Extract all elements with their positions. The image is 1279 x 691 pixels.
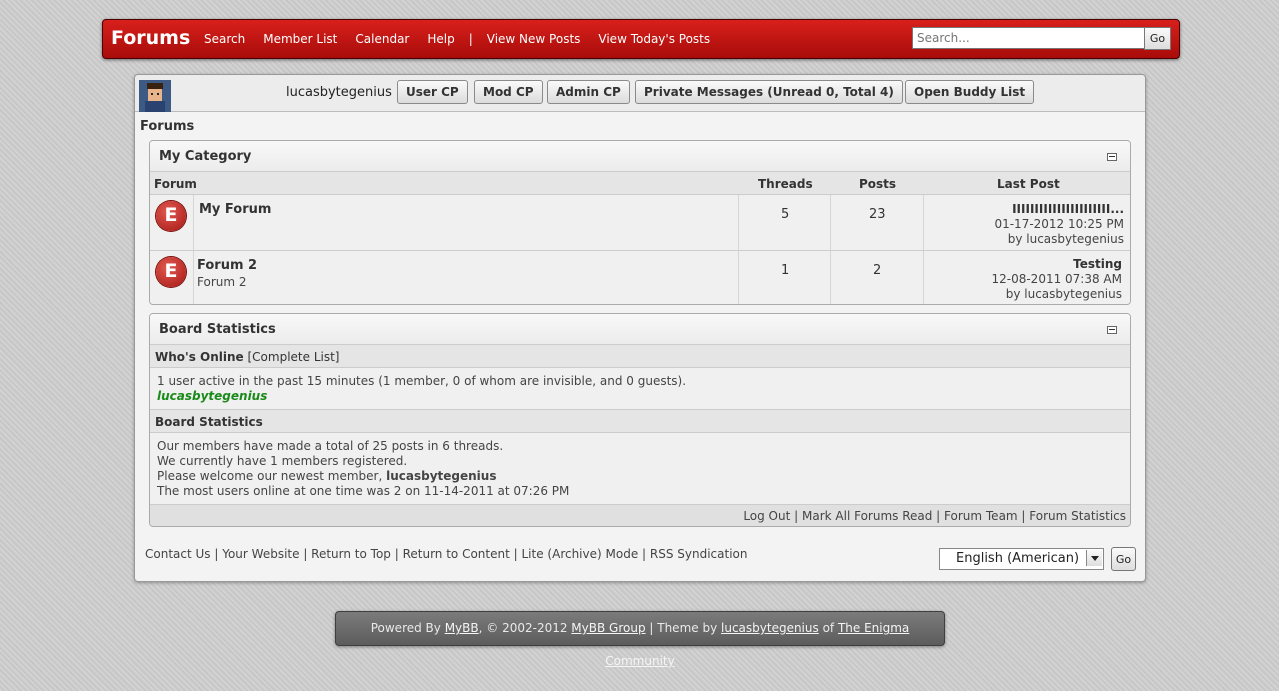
nav-calendar[interactable]: Calendar (355, 32, 409, 46)
collapse-icon[interactable] (1107, 326, 1117, 334)
nav-view-todays-posts[interactable]: View Today's Posts (598, 32, 710, 46)
col-last-post: Last Post (997, 177, 1060, 191)
last-post-by[interactable]: by lucasbytegenius (994, 232, 1124, 247)
nav-view-new-posts[interactable]: View New Posts (487, 32, 581, 46)
mod-cp-button[interactable]: Mod CP (474, 80, 543, 104)
nav-member-list[interactable]: Member List (263, 32, 337, 46)
avatar[interactable] (139, 80, 171, 112)
footer-links: Contact Us | Your Website | Return to To… (145, 547, 748, 561)
nav-search[interactable]: Search (204, 32, 245, 46)
lite-mode-link[interactable]: Lite (Archive) Mode (522, 547, 639, 561)
complete-list-link[interactable]: [Complete List] (248, 350, 340, 364)
category-title[interactable]: My Category (159, 149, 251, 164)
forum-description: Forum 2 (197, 275, 247, 289)
stats-line-members: We currently have 1 members registered. (157, 454, 408, 468)
your-website-link[interactable]: Your Website (222, 547, 299, 561)
last-post-by[interactable]: by lucasbytegenius (991, 287, 1122, 302)
forum-row: E Forum 2 Forum 2 1 2 Testing 12-08-2011… (150, 251, 1130, 304)
search-go-button[interactable]: Go (1144, 27, 1171, 50)
col-threads: Threads (758, 177, 813, 191)
forum-name[interactable]: My Forum (199, 202, 271, 217)
top-nav: Search Member List Calendar Help | View … (204, 32, 728, 46)
whos-online-body: 1 user active in the past 15 minutes (1 … (150, 368, 1130, 410)
contact-us-link[interactable]: Contact Us (145, 547, 211, 561)
whos-online-label: Who's Online (155, 350, 244, 364)
newest-member-link[interactable]: lucasbytegenius (386, 469, 496, 483)
private-messages-button[interactable]: Private Messages (Unread 0, Total 4) (635, 80, 903, 104)
board-statistics-heading: Board Statistics (150, 410, 1130, 433)
user-bar: lucasbytegenius User CP Mod CP Admin CP … (135, 75, 1145, 112)
forum-team-link[interactable]: Forum Team (944, 509, 1018, 523)
nav-help[interactable]: Help (427, 32, 454, 46)
forum-posts: 2 (873, 263, 882, 278)
category-panel: My Category Forum Threads Posts Last Pos… (149, 140, 1131, 305)
breadcrumb[interactable]: Forums (140, 119, 194, 134)
nav-separator: | (468, 32, 473, 46)
main-container: lucasbytegenius User CP Mod CP Admin CP … (134, 74, 1146, 582)
forum-posts: 23 (869, 207, 886, 222)
board-stats-footer: Log Out | Mark All Forums Read | Forum T… (150, 505, 1130, 526)
last-post-date: 01-17-2012 10:25 PM (994, 217, 1124, 231)
forum-status-icon: E (156, 201, 186, 231)
board-statistics-body: Our members have made a total of 25 post… (150, 433, 1130, 505)
last-post-title[interactable]: IIIIIIIIIIIIIIIIIIIIII... (994, 202, 1124, 217)
last-post-title[interactable]: Testing (991, 257, 1122, 272)
powered-by-bar: Powered By MyBB, © 2002-2012 MyBB Group … (335, 611, 945, 668)
forum-statistics-link[interactable]: Forum Statistics (1029, 509, 1126, 523)
language-go-button[interactable]: Go (1111, 547, 1136, 571)
chevron-down-icon[interactable] (1086, 550, 1102, 566)
rss-link[interactable]: RSS Syndication (650, 547, 748, 561)
forum-status-icon: E (156, 257, 186, 287)
forum-threads: 5 (781, 207, 790, 222)
board-stats-panel: Board Statistics Who's Online [Complete … (149, 313, 1131, 527)
stats-line-posts: Our members have made a total of 25 post… (157, 439, 504, 453)
search-input[interactable] (912, 27, 1150, 49)
mark-all-read-link[interactable]: Mark All Forums Read (802, 509, 932, 523)
online-user-link[interactable]: lucasbytegenius (157, 389, 1123, 404)
user-cp-button[interactable]: User CP (397, 80, 468, 104)
return-to-content-link[interactable]: Return to Content (403, 547, 510, 561)
forum-column-headers: Forum Threads Posts Last Post (150, 172, 1130, 195)
log-out-link[interactable]: Log Out (743, 509, 790, 523)
stats-line-newest: Please welcome our newest member, lucasb… (157, 469, 497, 483)
forum-last-post: IIIIIIIIIIIIIIIIIIIIII... 01-17-2012 10:… (994, 202, 1124, 247)
col-forum: Forum (154, 177, 197, 191)
col-posts: Posts (859, 177, 897, 191)
category-header: My Category (150, 141, 1130, 172)
active-users-text: 1 user active in the past 15 minutes (1 … (157, 374, 687, 388)
forum-last-post: Testing 12-08-2011 07:38 AM by lucasbyte… (991, 257, 1122, 302)
forum-name[interactable]: Forum 2 (197, 258, 257, 273)
board-stats-header: Board Statistics (150, 314, 1130, 345)
forum-threads: 1 (781, 263, 790, 278)
return-to-top-link[interactable]: Return to Top (311, 547, 391, 561)
stats-line-record: The most users online at one time was 2 … (157, 484, 570, 498)
top-navbar: Forums Search Member List Calendar Help … (102, 19, 1180, 59)
theme-author-link[interactable]: lucasbytegenius (721, 621, 819, 635)
board-stats-title: Board Statistics (159, 322, 276, 337)
mybb-link[interactable]: MyBB (445, 621, 479, 635)
username[interactable]: lucasbytegenius (286, 85, 392, 100)
language-select[interactable]: English (American) (939, 548, 1104, 570)
forum-row: E My Forum 5 23 IIIIIIIIIIIIIIIIIIIIII..… (150, 195, 1130, 251)
collapse-icon[interactable] (1107, 153, 1117, 161)
whos-online-heading: Who's Online [Complete List] (150, 345, 1130, 368)
admin-cp-button[interactable]: Admin CP (547, 80, 630, 104)
site-logo[interactable]: Forums (111, 27, 190, 49)
mybb-group-link[interactable]: MyBB Group (571, 621, 645, 635)
open-buddy-list-button[interactable]: Open Buddy List (905, 80, 1035, 104)
last-post-date: 12-08-2011 07:38 AM (991, 272, 1122, 286)
